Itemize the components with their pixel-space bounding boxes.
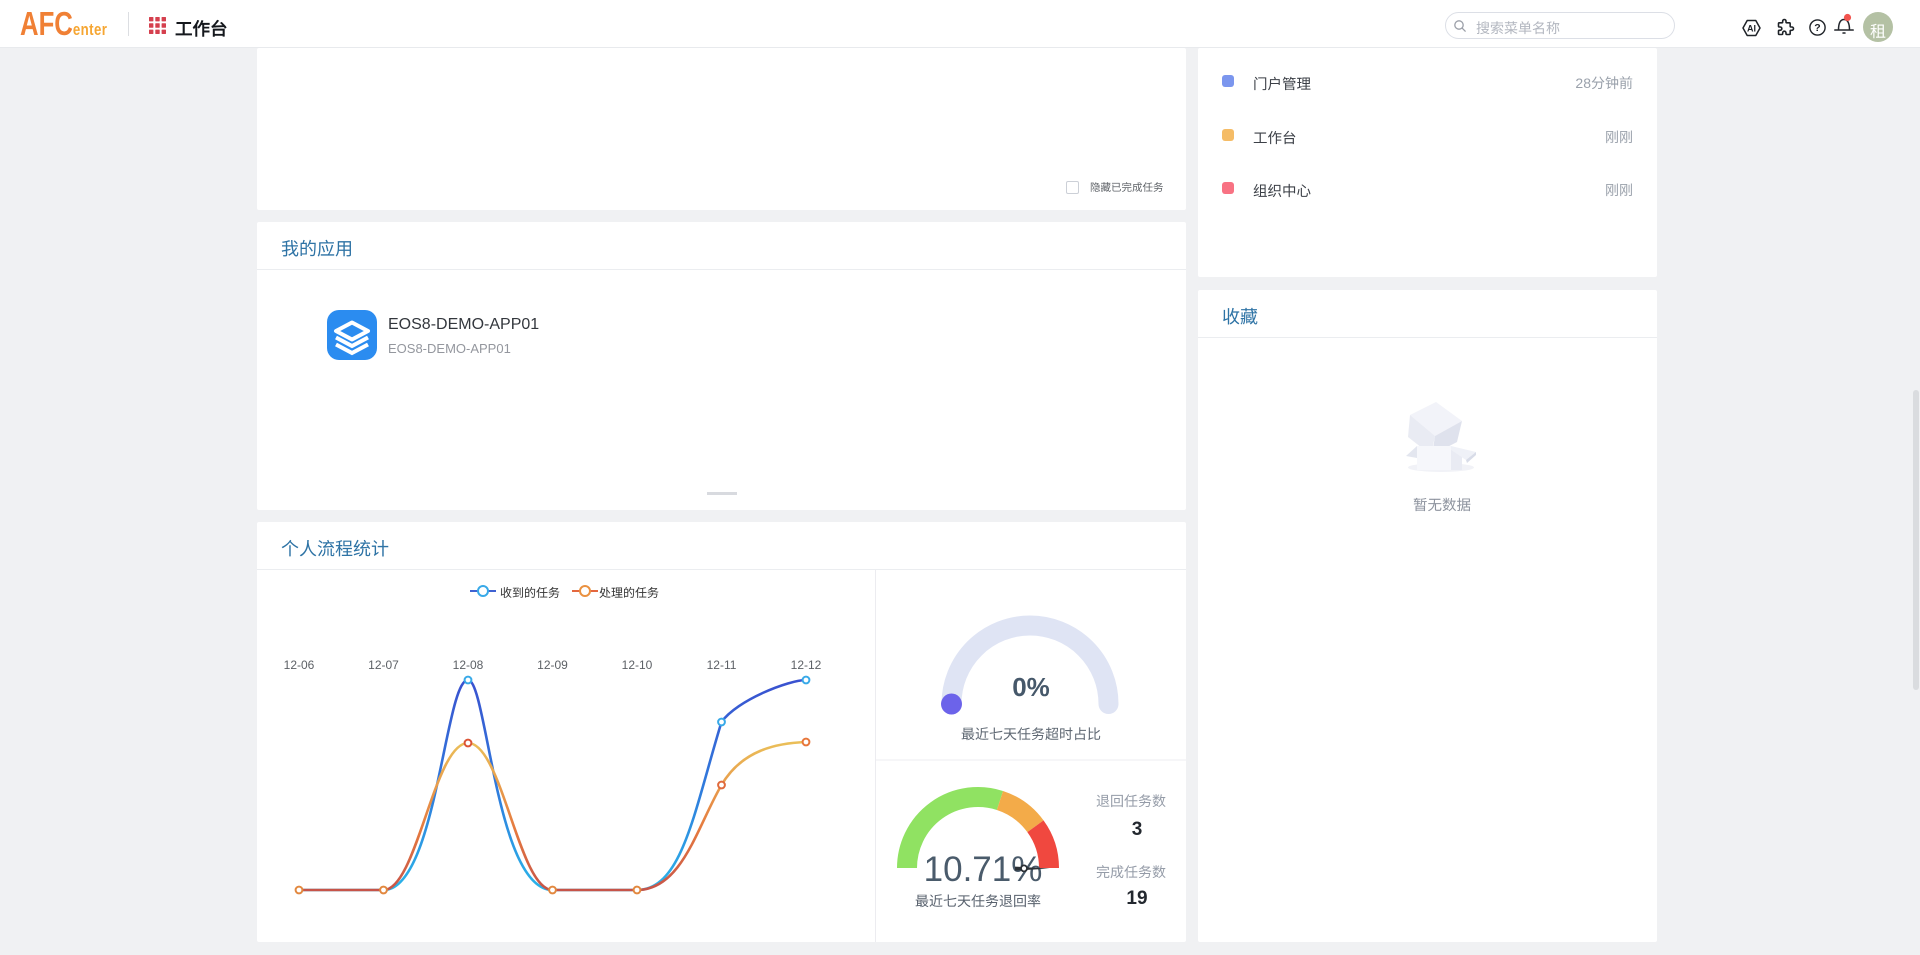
svg-text:?: ? xyxy=(1814,22,1820,34)
svg-text:AI: AI xyxy=(1747,23,1756,33)
